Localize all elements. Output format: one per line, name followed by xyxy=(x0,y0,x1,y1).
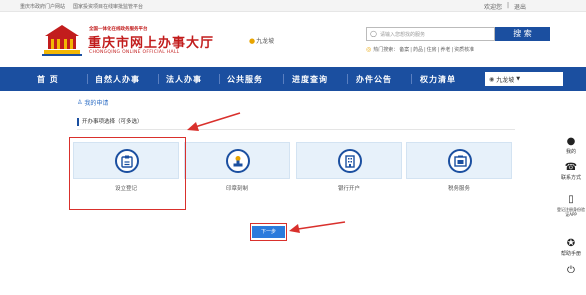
power-icon: ⏻ xyxy=(567,265,575,276)
sidebar-item-help[interactable]: ✪ 帮助手册 xyxy=(556,238,586,257)
sidebar-label: 登记注册身份验证APP xyxy=(557,207,585,217)
help-icon: ✪ xyxy=(566,238,576,249)
sidebar-item-mine[interactable]: ● 我的 xyxy=(556,136,586,155)
sidebar-label: 联系方式 xyxy=(560,175,581,181)
sidebar-item-contact[interactable]: ☎ 联系方式 xyxy=(556,162,586,181)
annotation-arrows xyxy=(187,112,346,233)
phone-icon: ☎ xyxy=(564,162,578,173)
mobile-icon: ▯ xyxy=(568,194,574,205)
sidebar-label: 我的 xyxy=(565,149,576,155)
next-button[interactable]: 下一步 xyxy=(252,226,285,238)
right-sidebar: ● 我的 ☎ 联系方式 ▯ 登记注册身份验证APP ✪ 帮助手册 ⏻ xyxy=(556,128,586,295)
sidebar-item-power[interactable]: ⏻ xyxy=(556,265,586,278)
sidebar-item-app[interactable]: ▯ 登记注册身份验证APP xyxy=(556,194,586,217)
user-icon: ● xyxy=(566,136,576,147)
sidebar-label: 帮助手册 xyxy=(560,251,581,257)
